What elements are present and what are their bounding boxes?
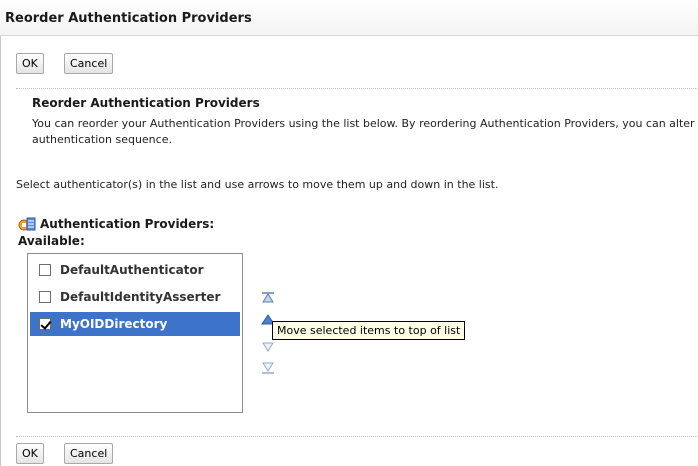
providers-heading-label: Authentication Providers:: [40, 217, 215, 231]
ok-button-bottom[interactable]: OK: [16, 443, 44, 464]
list-item-label: MyOIDDirectory: [60, 317, 168, 331]
list-item-myoiddirectory[interactable]: MyOIDDirectory: [30, 312, 240, 336]
list-item-defaultidentityasserter[interactable]: DefaultIdentityAsserter: [30, 285, 240, 309]
move-to-top-icon[interactable]: [260, 290, 276, 306]
providers-icon: [18, 217, 36, 231]
cancel-button-bottom[interactable]: Cancel: [64, 443, 114, 464]
section-title: Reorder Authentication Providers: [32, 96, 260, 110]
ok-button-top[interactable]: OK: [16, 53, 44, 74]
list-item-defaultauthenticator[interactable]: DefaultAuthenticator: [30, 258, 240, 282]
window-title: Reorder Authentication Providers: [5, 11, 252, 26]
available-providers-list[interactable]: DefaultAuthenticator DefaultIdentityAsse…: [27, 253, 243, 413]
instruction-text: Select authenticator(s) in the list and …: [16, 178, 499, 191]
tooltip: Move selected items to top of list: [272, 321, 466, 340]
move-to-bottom-icon[interactable]: [260, 360, 276, 376]
list-item-label: DefaultIdentityAsserter: [60, 290, 221, 304]
separator-bottom: [16, 436, 698, 437]
move-down-icon[interactable]: [260, 339, 276, 355]
checkbox-defaultauthenticator[interactable]: [39, 264, 51, 276]
title-bar: Reorder Authentication Providers: [0, 0, 698, 36]
cancel-button-top[interactable]: Cancel: [64, 53, 114, 74]
list-item-label: DefaultAuthenticator: [60, 263, 204, 277]
available-label: Available:: [18, 234, 85, 248]
checkbox-defaultidentityasserter[interactable]: [39, 291, 51, 303]
section-description: You can reorder your Authentication Prov…: [32, 117, 698, 146]
separator-top: [16, 88, 698, 89]
providers-heading: Authentication Providers:: [18, 216, 214, 232]
checkbox-myoiddirectory[interactable]: [39, 318, 51, 330]
